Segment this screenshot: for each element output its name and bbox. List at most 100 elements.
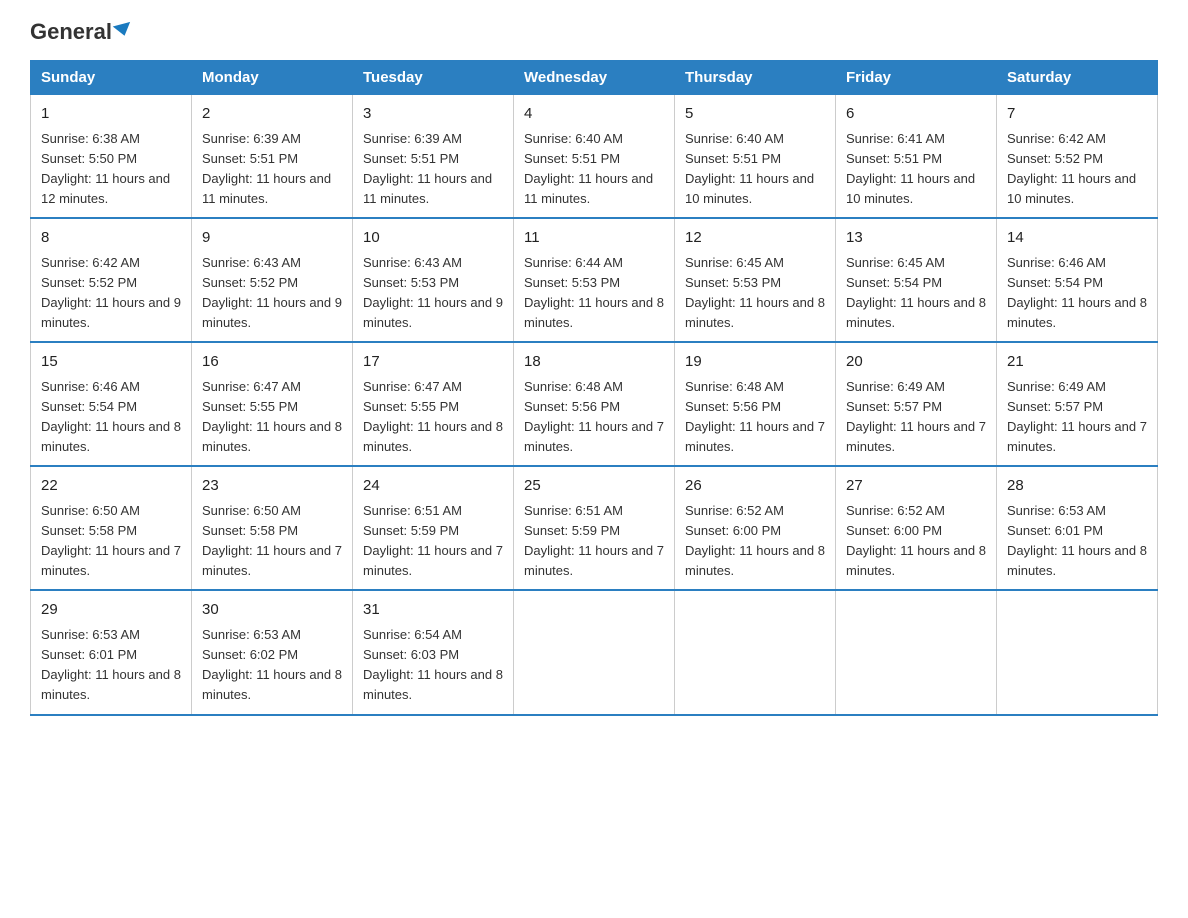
calendar-body: 1 Sunrise: 6:38 AMSunset: 5:50 PMDayligh… — [31, 95, 1158, 715]
day-number: 5 — [685, 103, 825, 126]
day-info: Sunrise: 6:53 AMSunset: 6:02 PMDaylight:… — [202, 627, 342, 702]
calendar-cell: 15 Sunrise: 6:46 AMSunset: 5:54 PMDaylig… — [31, 342, 192, 466]
calendar-cell: 13 Sunrise: 6:45 AMSunset: 5:54 PMDaylig… — [836, 218, 997, 342]
day-number: 14 — [1007, 227, 1147, 250]
calendar-cell: 27 Sunrise: 6:52 AMSunset: 6:00 PMDaylig… — [836, 466, 997, 590]
calendar-cell: 24 Sunrise: 6:51 AMSunset: 5:59 PMDaylig… — [353, 466, 514, 590]
col-wednesday: Wednesday — [514, 61, 675, 95]
day-number: 17 — [363, 351, 503, 374]
day-info: Sunrise: 6:48 AMSunset: 5:56 PMDaylight:… — [524, 379, 664, 454]
day-number: 7 — [1007, 103, 1147, 126]
day-number: 11 — [524, 227, 664, 250]
day-info: Sunrise: 6:51 AMSunset: 5:59 PMDaylight:… — [524, 503, 664, 578]
day-number: 1 — [41, 103, 181, 126]
day-number: 29 — [41, 599, 181, 622]
calendar-cell: 2 Sunrise: 6:39 AMSunset: 5:51 PMDayligh… — [192, 95, 353, 219]
day-info: Sunrise: 6:52 AMSunset: 6:00 PMDaylight:… — [685, 503, 825, 578]
day-number: 2 — [202, 103, 342, 126]
calendar-cell: 30 Sunrise: 6:53 AMSunset: 6:02 PMDaylig… — [192, 590, 353, 714]
col-friday: Friday — [836, 61, 997, 95]
calendar-cell: 29 Sunrise: 6:53 AMSunset: 6:01 PMDaylig… — [31, 590, 192, 714]
day-number: 27 — [846, 475, 986, 498]
day-number: 16 — [202, 351, 342, 374]
day-info: Sunrise: 6:53 AMSunset: 6:01 PMDaylight:… — [41, 627, 181, 702]
day-info: Sunrise: 6:40 AMSunset: 5:51 PMDaylight:… — [524, 131, 653, 206]
day-number: 28 — [1007, 475, 1147, 498]
col-sunday: Sunday — [31, 61, 192, 95]
calendar-week-row: 1 Sunrise: 6:38 AMSunset: 5:50 PMDayligh… — [31, 95, 1158, 219]
logo-general: General — [30, 20, 112, 44]
col-monday: Monday — [192, 61, 353, 95]
calendar-cell: 31 Sunrise: 6:54 AMSunset: 6:03 PMDaylig… — [353, 590, 514, 714]
calendar-header: Sunday Monday Tuesday Wednesday Thursday… — [31, 61, 1158, 95]
calendar-cell: 25 Sunrise: 6:51 AMSunset: 5:59 PMDaylig… — [514, 466, 675, 590]
day-number: 21 — [1007, 351, 1147, 374]
day-number: 3 — [363, 103, 503, 126]
day-number: 26 — [685, 475, 825, 498]
day-number: 4 — [524, 103, 664, 126]
calendar-cell: 7 Sunrise: 6:42 AMSunset: 5:52 PMDayligh… — [997, 95, 1158, 219]
calendar-cell: 1 Sunrise: 6:38 AMSunset: 5:50 PMDayligh… — [31, 95, 192, 219]
day-number: 22 — [41, 475, 181, 498]
day-info: Sunrise: 6:40 AMSunset: 5:51 PMDaylight:… — [685, 131, 814, 206]
day-info: Sunrise: 6:41 AMSunset: 5:51 PMDaylight:… — [846, 131, 975, 206]
day-info: Sunrise: 6:42 AMSunset: 5:52 PMDaylight:… — [1007, 131, 1136, 206]
day-info: Sunrise: 6:46 AMSunset: 5:54 PMDaylight:… — [1007, 255, 1147, 330]
day-info: Sunrise: 6:50 AMSunset: 5:58 PMDaylight:… — [41, 503, 181, 578]
col-tuesday: Tuesday — [353, 61, 514, 95]
calendar-cell: 22 Sunrise: 6:50 AMSunset: 5:58 PMDaylig… — [31, 466, 192, 590]
calendar-cell: 11 Sunrise: 6:44 AMSunset: 5:53 PMDaylig… — [514, 218, 675, 342]
calendar-week-row: 22 Sunrise: 6:50 AMSunset: 5:58 PMDaylig… — [31, 466, 1158, 590]
calendar-cell: 26 Sunrise: 6:52 AMSunset: 6:00 PMDaylig… — [675, 466, 836, 590]
calendar-table: Sunday Monday Tuesday Wednesday Thursday… — [30, 60, 1158, 715]
day-number: 25 — [524, 475, 664, 498]
day-info: Sunrise: 6:50 AMSunset: 5:58 PMDaylight:… — [202, 503, 342, 578]
day-info: Sunrise: 6:54 AMSunset: 6:03 PMDaylight:… — [363, 627, 503, 702]
day-number: 19 — [685, 351, 825, 374]
logo: General — [30, 20, 132, 42]
day-info: Sunrise: 6:52 AMSunset: 6:00 PMDaylight:… — [846, 503, 986, 578]
day-info: Sunrise: 6:38 AMSunset: 5:50 PMDaylight:… — [41, 131, 170, 206]
page-header: General — [30, 20, 1158, 42]
day-number: 8 — [41, 227, 181, 250]
calendar-cell: 10 Sunrise: 6:43 AMSunset: 5:53 PMDaylig… — [353, 218, 514, 342]
calendar-cell — [675, 590, 836, 714]
col-thursday: Thursday — [675, 61, 836, 95]
day-number: 30 — [202, 599, 342, 622]
day-info: Sunrise: 6:43 AMSunset: 5:52 PMDaylight:… — [202, 255, 342, 330]
day-info: Sunrise: 6:46 AMSunset: 5:54 PMDaylight:… — [41, 379, 181, 454]
calendar-cell: 21 Sunrise: 6:49 AMSunset: 5:57 PMDaylig… — [997, 342, 1158, 466]
calendar-cell — [514, 590, 675, 714]
day-info: Sunrise: 6:53 AMSunset: 6:01 PMDaylight:… — [1007, 503, 1147, 578]
day-number: 12 — [685, 227, 825, 250]
day-info: Sunrise: 6:49 AMSunset: 5:57 PMDaylight:… — [846, 379, 986, 454]
day-number: 9 — [202, 227, 342, 250]
day-info: Sunrise: 6:51 AMSunset: 5:59 PMDaylight:… — [363, 503, 503, 578]
calendar-cell: 23 Sunrise: 6:50 AMSunset: 5:58 PMDaylig… — [192, 466, 353, 590]
day-number: 6 — [846, 103, 986, 126]
calendar-cell: 14 Sunrise: 6:46 AMSunset: 5:54 PMDaylig… — [997, 218, 1158, 342]
calendar-cell: 9 Sunrise: 6:43 AMSunset: 5:52 PMDayligh… — [192, 218, 353, 342]
calendar-cell: 8 Sunrise: 6:42 AMSunset: 5:52 PMDayligh… — [31, 218, 192, 342]
day-number: 13 — [846, 227, 986, 250]
day-info: Sunrise: 6:39 AMSunset: 5:51 PMDaylight:… — [202, 131, 331, 206]
day-number: 18 — [524, 351, 664, 374]
day-info: Sunrise: 6:39 AMSunset: 5:51 PMDaylight:… — [363, 131, 492, 206]
day-number: 15 — [41, 351, 181, 374]
day-number: 24 — [363, 475, 503, 498]
day-number: 31 — [363, 599, 503, 622]
calendar-week-row: 15 Sunrise: 6:46 AMSunset: 5:54 PMDaylig… — [31, 342, 1158, 466]
day-number: 23 — [202, 475, 342, 498]
calendar-cell: 12 Sunrise: 6:45 AMSunset: 5:53 PMDaylig… — [675, 218, 836, 342]
calendar-cell: 18 Sunrise: 6:48 AMSunset: 5:56 PMDaylig… — [514, 342, 675, 466]
col-saturday: Saturday — [997, 61, 1158, 95]
day-number: 20 — [846, 351, 986, 374]
day-info: Sunrise: 6:43 AMSunset: 5:53 PMDaylight:… — [363, 255, 503, 330]
calendar-cell — [836, 590, 997, 714]
calendar-cell: 5 Sunrise: 6:40 AMSunset: 5:51 PMDayligh… — [675, 95, 836, 219]
day-info: Sunrise: 6:44 AMSunset: 5:53 PMDaylight:… — [524, 255, 664, 330]
day-info: Sunrise: 6:49 AMSunset: 5:57 PMDaylight:… — [1007, 379, 1147, 454]
calendar-cell: 20 Sunrise: 6:49 AMSunset: 5:57 PMDaylig… — [836, 342, 997, 466]
day-number: 10 — [363, 227, 503, 250]
calendar-cell: 4 Sunrise: 6:40 AMSunset: 5:51 PMDayligh… — [514, 95, 675, 219]
